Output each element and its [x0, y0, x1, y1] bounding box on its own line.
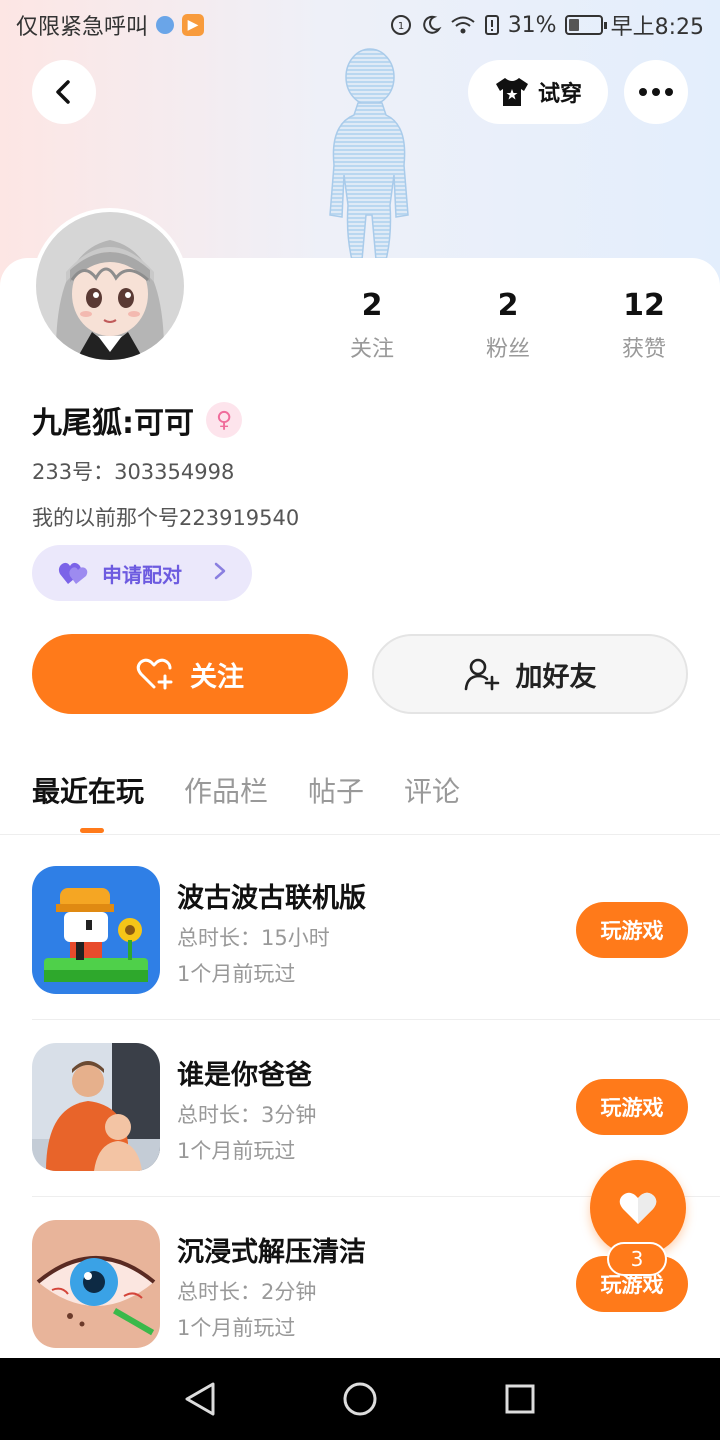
- svg-text:1: 1: [398, 21, 404, 32]
- female-icon: ♀: [206, 402, 242, 438]
- game-last-played: 1个月前玩过: [177, 1316, 296, 1340]
- avatar-figure-hologram: [300, 45, 430, 265]
- triangle-back-icon: [185, 1382, 215, 1416]
- stat-value: 2: [497, 288, 519, 323]
- try-on-label: 试穿: [537, 82, 582, 107]
- request-pair-button[interactable]: 申请配对: [32, 545, 252, 601]
- carrier-text: 仅限紧急呼叫: [16, 15, 149, 40]
- profile-name: 九尾狐:可可: [32, 406, 194, 441]
- profile-bio: 我的以前那个号223919540: [32, 506, 300, 530]
- circle-home-icon: [343, 1382, 377, 1416]
- add-friend-label: 加好友: [515, 661, 597, 693]
- play-notification-icon: ▶: [182, 14, 205, 36]
- add-friend-button[interactable]: 加好友: [372, 634, 688, 714]
- heart-plus-icon: [136, 658, 173, 690]
- row-divider: [32, 1019, 720, 1020]
- data-saver-icon: 1: [390, 14, 412, 36]
- game-duration: 总时长：3分钟: [177, 1103, 317, 1127]
- nav-back-button[interactable]: [160, 1369, 240, 1429]
- game-duration: 总时长：15小时: [177, 926, 330, 950]
- double-heart-icon: [58, 562, 88, 584]
- stat-followers[interactable]: 2 粉丝: [448, 288, 568, 363]
- stat-label: 获赞: [621, 337, 666, 362]
- tab-comments[interactable]: 评论: [404, 770, 460, 810]
- chevron-right-icon: [214, 561, 226, 585]
- game-duration: 总时长：2分钟: [177, 1280, 317, 1304]
- game-title: 谁是你爸爸: [177, 1060, 312, 1091]
- stat-value: 12: [623, 288, 665, 323]
- add-user-icon: [464, 658, 499, 691]
- stat-following[interactable]: 2 关注: [312, 288, 432, 363]
- battery-percent: 31%: [507, 12, 557, 38]
- tab-divider: [0, 834, 720, 835]
- game-icon: [32, 1220, 160, 1348]
- moon-icon: [420, 14, 442, 36]
- game-row[interactable]: 波古波古联机版 总时长：15小时 1个月前玩过 玩游戏: [32, 866, 688, 996]
- game-icon: [32, 866, 160, 994]
- profile-name-row: 九尾狐:可可 ♀: [32, 398, 242, 442]
- like-count-badge: 3: [607, 1242, 667, 1276]
- tab-works[interactable]: 作品栏: [184, 770, 268, 810]
- stat-value: 2: [361, 288, 383, 323]
- profile-uid: 233号：303354998: [32, 460, 235, 484]
- system-navigation-bar: [0, 1358, 720, 1440]
- stat-label: 粉丝: [485, 337, 530, 362]
- request-pair-label: 申请配对: [102, 562, 182, 587]
- nav-home-button[interactable]: [320, 1369, 400, 1429]
- play-game-button[interactable]: 玩游戏: [576, 902, 688, 958]
- app-notification-icon: [156, 16, 175, 34]
- game-title: 沉浸式解压清洁: [177, 1237, 366, 1268]
- stat-label: 关注: [349, 337, 394, 362]
- profile-stats: 2 关注 2 粉丝 12 获赞: [0, 288, 720, 368]
- battery-icon: [564, 15, 607, 35]
- clock: 早上8:25: [610, 15, 704, 40]
- profile-tabs: 最近在玩 作品栏 帖子 评论: [32, 770, 460, 810]
- game-row[interactable]: 沉浸式解压清洁 总时长：2分钟 1个月前玩过 玩游戏: [32, 1220, 688, 1350]
- stat-likes[interactable]: 12 获赞: [584, 288, 704, 363]
- wifi-icon: [450, 14, 476, 36]
- follow-button[interactable]: 关注: [32, 634, 348, 714]
- back-button[interactable]: [32, 60, 96, 124]
- game-row[interactable]: 谁是你爸爸 总时长：3分钟 1个月前玩过 玩游戏: [32, 1043, 688, 1173]
- tab-posts[interactable]: 帖子: [308, 770, 364, 810]
- heart-icon: [619, 1192, 657, 1224]
- more-dots-icon: [639, 88, 673, 96]
- nav-recents-button[interactable]: [480, 1369, 560, 1429]
- game-icon: [32, 1043, 160, 1171]
- status-bar: 仅限紧急呼叫 ▶ 1 31% 早上8:25: [0, 0, 720, 50]
- game-title: 波古波古联机版: [177, 883, 366, 914]
- try-on-button[interactable]: 试穿: [468, 60, 608, 124]
- active-tab-indicator: [80, 828, 104, 833]
- follow-label: 关注: [190, 661, 244, 693]
- more-options-button[interactable]: [624, 60, 688, 124]
- square-recents-icon: [505, 1384, 535, 1414]
- game-last-played: 1个月前玩过: [177, 962, 296, 986]
- sim-alert-icon: [484, 14, 500, 36]
- play-game-button[interactable]: 玩游戏: [576, 1079, 688, 1135]
- tshirt-icon: [495, 78, 528, 106]
- tab-recent-play[interactable]: 最近在玩: [32, 770, 144, 810]
- game-last-played: 1个月前玩过: [177, 1139, 296, 1163]
- chevron-left-icon: [56, 80, 70, 104]
